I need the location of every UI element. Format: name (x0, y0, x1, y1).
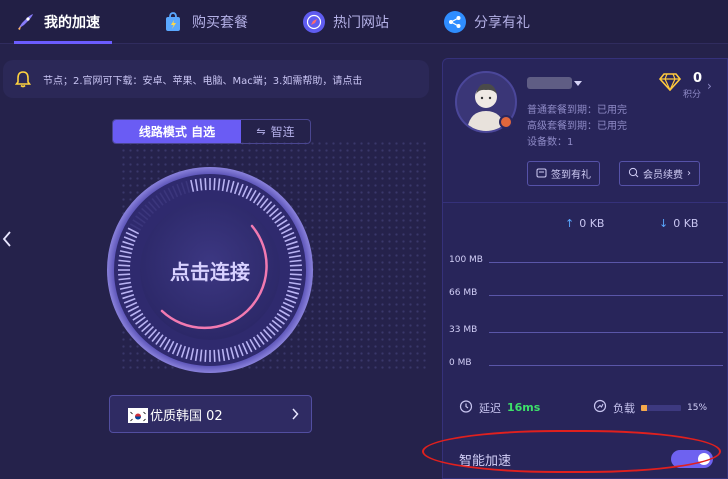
tab-label: 购买套餐 (192, 15, 248, 31)
upload-value: 0 KB (579, 217, 605, 230)
renew-label: 会员续费 (643, 170, 683, 181)
toggle-knob (698, 453, 710, 465)
points-label: 积分 (683, 90, 702, 100)
latency-label: 延迟 (479, 401, 501, 415)
arrow-down-icon: ↓ (659, 217, 669, 230)
y-tick-label: 33 MB (449, 325, 478, 335)
chevron-right-icon: › (687, 168, 691, 179)
diamond-icon (658, 73, 682, 95)
checkin-gift-button[interactable]: 签到有礼 (527, 161, 600, 186)
route-mode-smart-label: 智连 (270, 125, 295, 139)
smart-acceleration-row: 智能加速 (443, 439, 727, 479)
y-tick-label: 66 MB (449, 288, 478, 298)
notice-text: 节点；2.官网可下载：安卓、苹果、电脑、Mac端；3.如需帮助，请点击 (43, 75, 363, 87)
caret-down-icon[interactable] (574, 81, 582, 86)
latency-stat: 延迟 16ms (459, 399, 540, 416)
compass-icon (303, 11, 325, 33)
gridline (489, 365, 723, 366)
renew-membership-button[interactable]: 会员续费 › (619, 161, 700, 186)
smart-acceleration-toggle[interactable] (671, 450, 713, 468)
load-value: 15% (687, 402, 708, 413)
top-nav: 我的加速 购买套餐 热门网站 分享有礼 (0, 0, 728, 44)
route-mode-selector: 线路模式 自选 ⇋ 智连 (112, 119, 311, 144)
latency-value: 16ms (507, 401, 541, 414)
download-speed: ↓ 0 KB (659, 217, 698, 230)
server-name: 优质韩国 02 (150, 408, 223, 424)
search-icon (628, 167, 639, 181)
tab-buy-plan[interactable]: 购买套餐 (162, 0, 248, 44)
y-tick-label: 0 MB (449, 358, 472, 368)
arrow-up-icon: ↑ (565, 217, 575, 230)
connect-dial[interactable]: 点击连接 (105, 165, 315, 375)
points-value[interactable]: 0 (693, 71, 702, 86)
gridline (489, 332, 723, 333)
route-mode-smart-button[interactable]: ⇋ 智连 (241, 120, 310, 143)
account-panel: 普通套餐到期：已用完 高级套餐到期：已用完 设备数：1 0 积分 › 签到有礼 … (442, 58, 728, 479)
gauge-icon (593, 399, 607, 416)
gridline (489, 295, 723, 296)
tab-share-gift[interactable]: 分享有礼 (444, 0, 530, 44)
load-bar (641, 404, 681, 411)
traffic-chart: 100 MB 66 MB 33 MB 0 MB (443, 239, 727, 379)
south-korea-flag-icon (128, 407, 148, 423)
advanced-plan-expiry: 高级套餐到期：已用完 (527, 121, 627, 132)
app-window: 我的加速 购买套餐 热门网站 分享有礼 节点；2.官网可下载：安卓、苹果、电脑、… (0, 0, 728, 479)
swap-icon: ⇋ (256, 125, 266, 138)
chevron-right-icon (291, 405, 299, 424)
notice-bar[interactable]: 节点；2.官网可下载：安卓、苹果、电脑、Mac端；3.如需帮助，请点击 (3, 60, 429, 98)
gridline (489, 262, 723, 263)
load-label: 负载 (613, 401, 635, 415)
normal-plan-expiry: 普通套餐到期：已用完 (527, 105, 627, 116)
upload-speed: ↑ 0 KB (565, 217, 604, 230)
load-stat: 负载 15% (593, 399, 707, 416)
smart-acceleration-label: 智能加速 (459, 453, 512, 469)
route-mode-manual-button[interactable]: 线路模式 自选 (113, 120, 241, 143)
download-value: 0 KB (673, 217, 699, 230)
y-tick-label: 100 MB (449, 255, 483, 265)
timer-icon (459, 399, 473, 416)
calendar-icon (536, 167, 547, 181)
tab-label: 分享有礼 (474, 15, 530, 31)
connect-button-label: 点击连接 (170, 259, 250, 284)
tab-label: 热门网站 (333, 15, 389, 31)
chevron-right-icon[interactable]: › (707, 79, 712, 93)
load-bar-fill (641, 404, 647, 411)
tab-hot-sites[interactable]: 热门网站 (303, 0, 389, 44)
shopping-bag-icon (162, 11, 184, 33)
vip-badge-icon (499, 115, 513, 129)
rocket-icon (14, 11, 36, 33)
share-icon (444, 11, 466, 33)
device-count: 设备数：1 (527, 137, 574, 148)
chevron-left-icon[interactable] (0, 226, 14, 252)
username-obscured[interactable] (527, 77, 572, 89)
server-select-button[interactable]: 优质韩国 02 (109, 395, 312, 433)
divider (443, 202, 727, 203)
bell-icon (3, 70, 43, 88)
tab-my-acceleration[interactable]: 我的加速 (14, 0, 112, 44)
tab-label: 我的加速 (44, 15, 100, 31)
checkin-label: 签到有礼 (551, 170, 591, 181)
